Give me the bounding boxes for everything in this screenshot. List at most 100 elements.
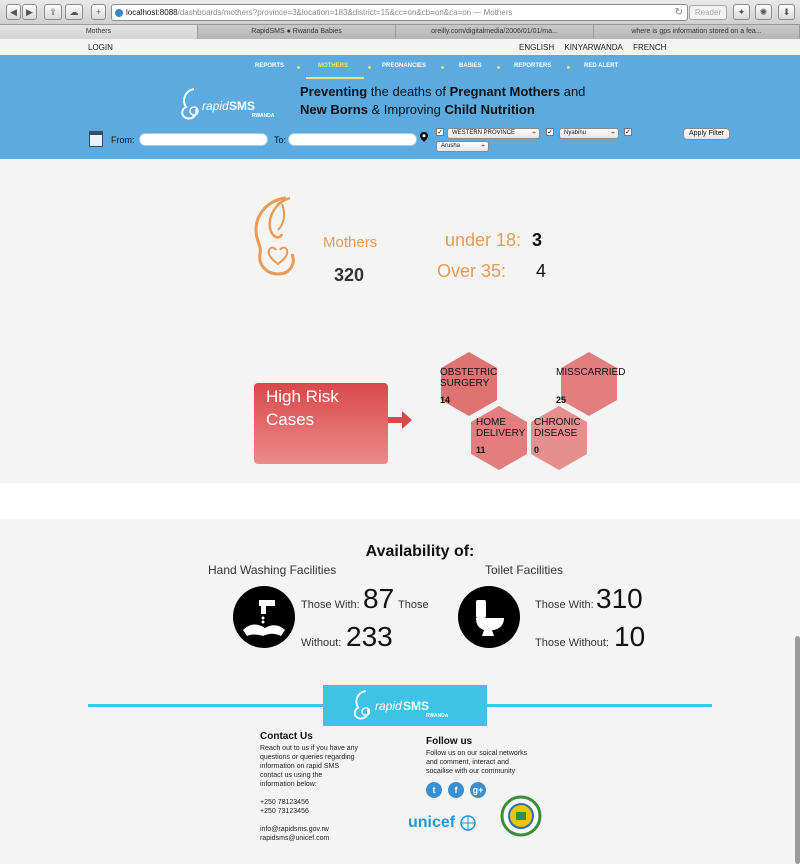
contact-email[interactable]: rapidsms@unicef.com <box>260 834 358 843</box>
nav-reporters[interactable]: REPORTERS <box>514 63 551 69</box>
hex-label-line: HOME <box>476 417 506 428</box>
apply-filter-button[interactable]: Apply Filter <box>683 128 730 140</box>
hex-label-line: SURGERY <box>440 378 490 389</box>
location-checkbox[interactable]: ✓ <box>624 128 632 136</box>
hex-count: 11 <box>476 445 486 455</box>
hand-washing-title: Hand Washing Facilities <box>208 563 337 577</box>
footer-logo[interactable]: rapid SMS RWANDA <box>323 685 487 726</box>
toilet-title: Toilet Facilities <box>485 563 564 577</box>
logo-rwanda-text: RWANDA <box>252 113 275 119</box>
downloads-icon[interactable]: ⬇ <box>778 4 795 20</box>
hex-label: CHRONIC DISEASE <box>534 417 581 439</box>
tab-bar: Mothers RapidSMS ● Rwanda Babies oreilly… <box>0 25 800 39</box>
icloud-icon[interactable]: ☁ <box>65 4 83 20</box>
page-title-in-url: — Mothers <box>473 8 513 17</box>
tab-oreilly[interactable]: oreilly.com/digitalmedia/2006/01/01/ma..… <box>396 25 594 39</box>
tagline: Preventing the deaths of Pregnant Mother… <box>300 83 620 119</box>
google-plus-icon[interactable]: g+ <box>470 782 486 798</box>
facebook-icon[interactable]: f <box>448 782 464 798</box>
nav-separator <box>441 66 444 69</box>
logo-sms-text: SMS <box>403 699 430 713</box>
nav-red-alert[interactable]: RED ALERT <box>584 63 618 69</box>
from-date-input[interactable] <box>139 133 268 146</box>
tab-gps[interactable]: where is gps information stored on a fea… <box>594 25 800 39</box>
page-scrollbar[interactable] <box>795 636 800 864</box>
toilet-without-label: Those Without: <box>535 637 609 649</box>
nav-separator <box>497 66 500 69</box>
province-checkbox[interactable]: ✓ <box>436 128 444 136</box>
reload-icon[interactable]: ↻ <box>675 5 683 20</box>
contact-text: Reach out to us if you have any question… <box>260 744 358 843</box>
lang-kinyarwanda[interactable]: KINYARWANDA <box>564 43 623 52</box>
availability-title: Availability of: <box>365 543 475 560</box>
calendar-icon[interactable] <box>89 131 103 147</box>
hex-count: 14 <box>440 395 451 405</box>
globe-icon <box>115 9 123 17</box>
hand-without-value: 233 <box>346 621 393 652</box>
nav-pregnancies[interactable]: PREGNANCIES <box>382 63 426 69</box>
hand-with-trailing: Those <box>398 599 429 611</box>
follow-text: Follow us on our soical networks and com… <box>426 749 527 776</box>
language-bar: LOGIN ENGLISH KINYARWANDA FRENCH <box>0 41 800 55</box>
to-date-input[interactable] <box>288 133 417 146</box>
share-icon[interactable]: ⇪ <box>44 4 62 20</box>
rapidsms-logo[interactable]: rapid SMS RWANDA <box>172 85 282 125</box>
contact-phone: +250 73123456 <box>260 808 309 815</box>
toilet-icon <box>458 586 520 648</box>
nav-separator <box>297 66 300 69</box>
tagline-part: New Borns <box>300 102 368 117</box>
unicef-globe-icon <box>459 815 476 831</box>
new-tab-button[interactable]: + <box>91 4 106 20</box>
hex-label-line: MISSCARRIED <box>556 367 626 378</box>
contact-title: Contact Us <box>260 731 313 742</box>
toilet-without-value: 10 <box>614 621 646 652</box>
high-risk-box[interactable]: High Risk Cases <box>254 383 388 464</box>
back-button[interactable]: ◀ <box>6 4 21 20</box>
contact-email[interactable]: info@rapidsms.gov.rw <box>260 825 358 834</box>
lang-french[interactable]: FRENCH <box>633 43 666 52</box>
hex-label-line: CHRONIC <box>534 417 581 428</box>
follow-line: Follow us on our soical networks <box>426 750 528 757</box>
address-bar[interactable]: localhost:8088/dashboards/mothers?provin… <box>111 4 688 21</box>
hand-with-value: 87 <box>363 583 395 614</box>
forward-button[interactable]: ▶ <box>22 4 37 20</box>
location-select[interactable]: Arusha <box>436 141 489 152</box>
district-checkbox[interactable]: ✓ <box>546 128 554 136</box>
tagline-part: Preventing <box>300 84 368 99</box>
under-18-label: under 18: <box>445 230 522 250</box>
url-path: /dashboards/mothers?province=3&location=… <box>177 8 472 17</box>
login-link[interactable]: LOGIN <box>88 41 113 55</box>
mothers-count: 320 <box>334 265 365 285</box>
district-select[interactable]: Nyabihu <box>559 128 619 139</box>
follow-title: Follow us <box>426 736 473 747</box>
extension-icon[interactable]: ✦ <box>733 4 750 20</box>
follow-line: and comment, interact and <box>426 759 509 766</box>
over-35-value: 4 <box>536 261 547 281</box>
contact-line: contact us using the <box>260 772 323 779</box>
nav-babies[interactable]: BABIES <box>459 63 482 69</box>
over-35-label: Over 35: <box>437 261 507 281</box>
hex-label-line: DISEASE <box>534 428 578 439</box>
nav-reports[interactable]: REPORTS <box>255 63 284 69</box>
nav-mothers[interactable]: MOTHERS <box>318 63 348 69</box>
hex-label-line: OBSTETRIC <box>440 367 498 378</box>
rwanda-emblem-icon <box>500 795 542 837</box>
province-select[interactable]: WESTERN PROVINCE <box>447 128 540 139</box>
contact-line: Reach out to us if you have any <box>260 745 359 752</box>
high-risk-title-2: Cases <box>266 410 315 429</box>
contact-line: questions or queries regarding <box>260 754 355 761</box>
follow-line: socailise with our community <box>426 768 516 775</box>
url-host: localhost:8088 <box>126 8 178 17</box>
tab-mothers[interactable]: Mothers <box>0 25 198 39</box>
extension-icon-2[interactable]: ✺ <box>755 4 772 20</box>
twitter-icon[interactable]: t <box>426 782 442 798</box>
toilet-with-label: Those With: <box>535 599 594 611</box>
nav-separator <box>368 66 371 69</box>
under-18-value: 3 <box>532 230 543 250</box>
tab-rapidsms[interactable]: RapidSMS ● Rwanda Babies <box>198 25 396 39</box>
reader-button[interactable]: Reader <box>689 5 727 20</box>
hex-label: OBSTETRIC SURGERY <box>440 367 497 389</box>
hand-without-label: Without: <box>301 637 342 649</box>
lang-english[interactable]: ENGLISH <box>519 43 554 52</box>
